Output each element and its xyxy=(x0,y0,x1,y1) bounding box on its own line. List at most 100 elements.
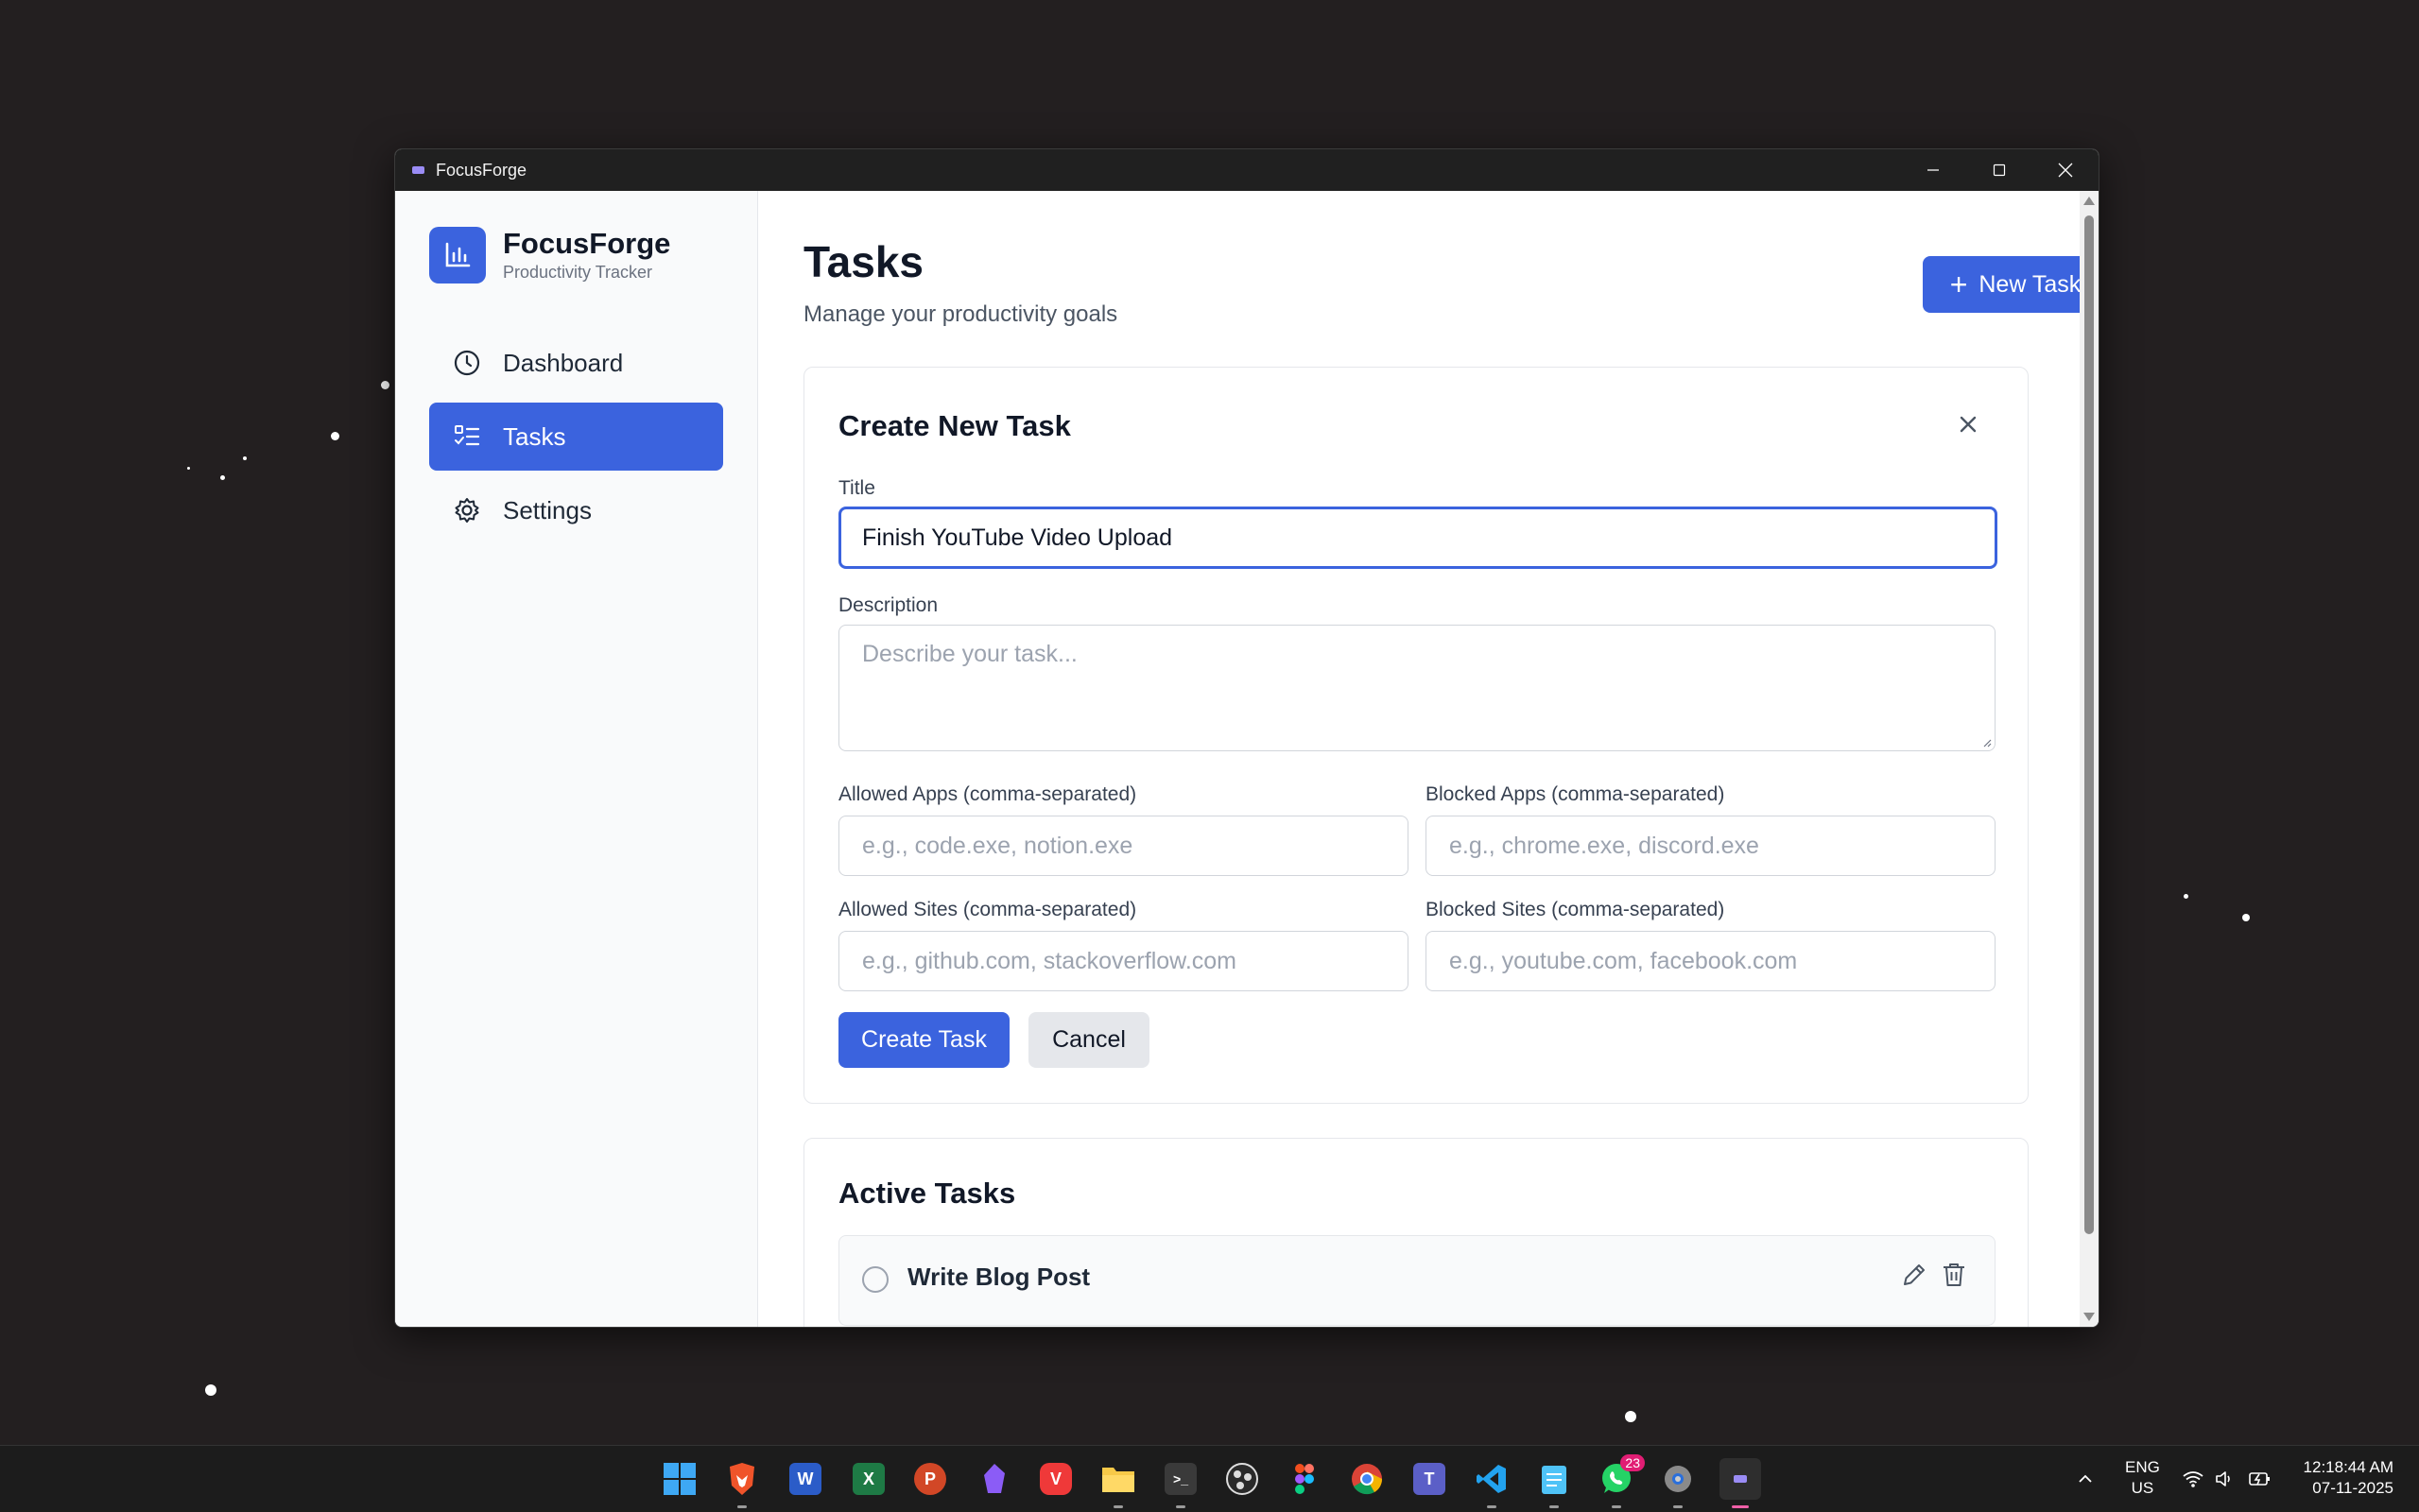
excel-icon[interactable]: X xyxy=(848,1458,890,1500)
description-label: Description xyxy=(838,594,939,616)
desktop-star xyxy=(220,475,225,480)
volume-icon[interactable] xyxy=(2214,1446,2235,1512)
task-name: Write Blog Post xyxy=(907,1263,1091,1291)
allowed-apps-input[interactable]: e.g., code.exe, notion.exe xyxy=(838,816,1408,876)
running-indicator xyxy=(1612,1505,1621,1508)
desktop-star xyxy=(187,467,190,470)
blocked-sites-input[interactable]: e.g., youtube.com, facebook.com xyxy=(1425,931,1996,991)
vivaldi-icon[interactable]: V xyxy=(1035,1458,1077,1500)
sidebar-item-label: Tasks xyxy=(503,421,566,451)
wifi-icon[interactable] xyxy=(2182,1446,2204,1512)
running-indicator xyxy=(1549,1505,1559,1508)
blocked-apps-input[interactable]: e.g., chrome.exe, discord.exe xyxy=(1425,816,1996,876)
input-language[interactable]: ENG US xyxy=(2125,1457,2160,1499)
obs-icon[interactable] xyxy=(1221,1458,1263,1500)
vscode-icon[interactable] xyxy=(1471,1458,1512,1508)
sidebar-item-settings[interactable]: Settings xyxy=(429,476,723,544)
task-complete-checkbox[interactable] xyxy=(862,1266,889,1293)
active-tasks-card: Active Tasks Write Blog Post xyxy=(803,1138,2029,1327)
lang-region: US xyxy=(2131,1479,2154,1497)
obsidian-icon[interactable] xyxy=(974,1458,1015,1500)
whatsapp-icon[interactable]: 23 xyxy=(1596,1454,1645,1508)
minimize-icon xyxy=(1927,169,1939,171)
cancel-button[interactable]: Cancel xyxy=(1028,1012,1149,1068)
clock[interactable]: 12:18:44 AM 07-11-2025 xyxy=(2288,1457,2393,1499)
blocked-sites-placeholder: e.g., youtube.com, facebook.com xyxy=(1449,947,1798,974)
desktop-star xyxy=(2184,894,2188,899)
allowed-apps-placeholder: e.g., code.exe, notion.exe xyxy=(862,832,1133,859)
scroll-down-arrow-icon[interactable] xyxy=(2083,1313,2095,1321)
sidebar-item-tasks[interactable]: Tasks xyxy=(429,403,723,471)
create-task-button[interactable]: Create Task xyxy=(838,1012,1010,1068)
notepad-icon[interactable] xyxy=(1533,1458,1575,1508)
windows-start-icon[interactable] xyxy=(659,1458,700,1500)
desktop-star xyxy=(1625,1411,1636,1422)
create-task-card: Create New Task Title Finish YouTube Vid… xyxy=(803,367,2029,1104)
settings-app-icon[interactable] xyxy=(1657,1458,1699,1508)
clock-time: 12:18:44 AM xyxy=(2303,1458,2393,1476)
sidebar-item-dashboard[interactable]: Dashboard xyxy=(429,329,723,397)
blocked-apps-label: Blocked Apps (comma-separated) xyxy=(1425,783,1725,805)
desktop-star xyxy=(2242,914,2250,921)
close-form-icon[interactable] xyxy=(1954,410,1982,438)
title-label: Title xyxy=(838,477,875,499)
sidebar-item-label: Settings xyxy=(503,495,592,524)
powerpoint-icon[interactable]: P xyxy=(909,1458,951,1500)
allowed-sites-placeholder: e.g., github.com, stackoverflow.com xyxy=(862,947,1237,974)
scroll-up-arrow-icon[interactable] xyxy=(2083,197,2095,205)
maximize-icon xyxy=(1993,163,2006,177)
desktop-star xyxy=(381,381,389,389)
desktop-star xyxy=(243,456,247,460)
running-indicator xyxy=(1673,1505,1683,1508)
blocked-sites-label: Blocked Sites (comma-separated) xyxy=(1425,899,1725,920)
allowed-apps-label: Allowed Apps (comma-separated) xyxy=(838,783,1137,805)
vertical-scrollbar[interactable] xyxy=(2080,191,2099,1327)
page-title: Tasks xyxy=(803,237,924,286)
main-content: Tasks Manage your productivity goals + N… xyxy=(758,191,2099,1327)
create-task-title: Create New Task xyxy=(838,409,1071,442)
running-indicator xyxy=(1114,1505,1123,1508)
plus-icon: + xyxy=(1949,267,1968,301)
close-window-button[interactable] xyxy=(2032,149,2099,191)
teams-icon[interactable]: T xyxy=(1408,1458,1450,1500)
running-indicator xyxy=(1487,1505,1496,1508)
battery-charging-icon[interactable] xyxy=(2248,1446,2272,1512)
taskbar: W X P V >_ T 23 ENG US 12:18:44 AM 07-11… xyxy=(0,1445,2419,1512)
page-subtitle: Manage your productivity goals xyxy=(803,301,1118,327)
scrollbar-thumb[interactable] xyxy=(2084,215,2094,1234)
running-indicator xyxy=(737,1505,747,1508)
clock-icon xyxy=(452,348,482,378)
chrome-icon[interactable] xyxy=(1346,1458,1388,1500)
brave-browser-icon[interactable] xyxy=(721,1458,763,1508)
gear-icon xyxy=(452,495,482,525)
focusforge-taskbar-icon[interactable] xyxy=(1719,1458,1761,1508)
window-title: FocusForge xyxy=(436,160,527,180)
pencil-icon[interactable] xyxy=(1898,1259,1930,1291)
list-item[interactable]: Write Blog Post xyxy=(838,1235,1996,1326)
new-task-button[interactable]: + New Task xyxy=(1923,256,2099,313)
file-explorer-icon[interactable] xyxy=(1097,1458,1139,1508)
minimize-button[interactable] xyxy=(1900,149,1966,191)
tray-overflow-chevron-icon[interactable] xyxy=(2076,1446,2095,1512)
terminal-icon[interactable]: >_ xyxy=(1160,1458,1201,1508)
active-tasks-title: Active Tasks xyxy=(838,1177,1016,1210)
desktop-star xyxy=(331,432,339,440)
app-icon xyxy=(412,166,424,174)
clock-date: 07-11-2025 xyxy=(2312,1479,2393,1497)
title-input[interactable]: Finish YouTube Video Upload xyxy=(838,507,1997,569)
app-window: FocusForge FocusForge Productivity Track… xyxy=(394,148,2099,1328)
allowed-sites-label: Allowed Sites (comma-separated) xyxy=(838,899,1137,920)
maximize-button[interactable] xyxy=(1966,149,2032,191)
description-textarea[interactable]: Describe your task... xyxy=(838,625,1996,751)
brand: FocusForge Productivity Tracker xyxy=(429,227,723,284)
trash-icon[interactable] xyxy=(1938,1259,1970,1291)
figma-icon[interactable] xyxy=(1284,1458,1325,1500)
word-icon[interactable]: W xyxy=(785,1458,826,1500)
description-placeholder: Describe your task... xyxy=(862,641,1078,667)
allowed-sites-input[interactable]: e.g., github.com, stackoverflow.com xyxy=(838,931,1408,991)
title-bar: FocusForge xyxy=(395,149,2099,191)
sidebar-item-label: Dashboard xyxy=(503,348,624,377)
brand-subtitle: Productivity Tracker xyxy=(503,262,653,282)
resize-handle-icon[interactable] xyxy=(1982,738,1992,747)
active-indicator xyxy=(1732,1505,1749,1508)
